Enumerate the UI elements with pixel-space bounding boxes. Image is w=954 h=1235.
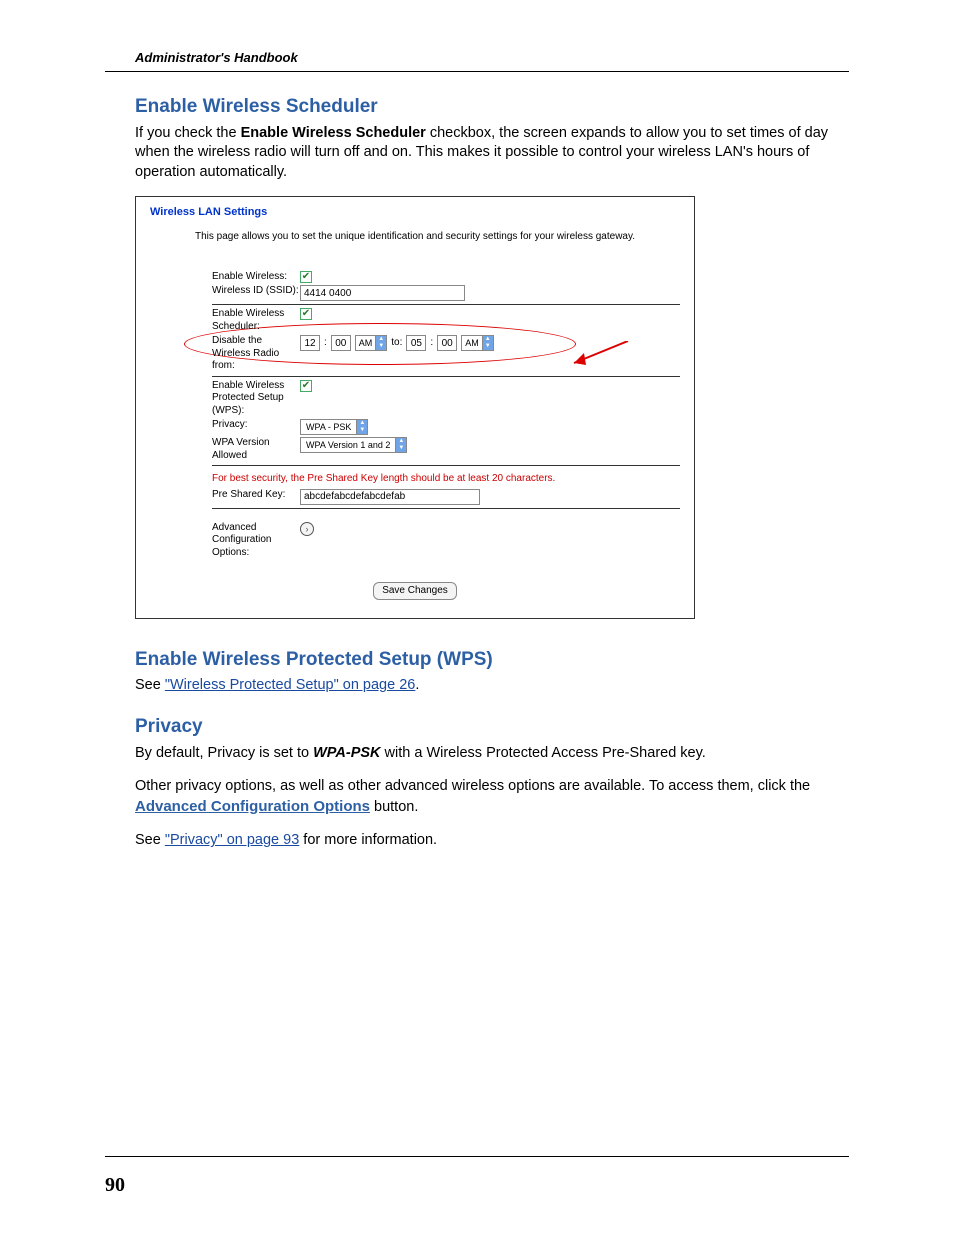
- link-advanced-config[interactable]: Advanced Configuration Options: [135, 798, 370, 815]
- text: with a Wireless Protected Access Pre-Sha…: [381, 745, 706, 761]
- privacy-p2: Other privacy options, as well as other …: [135, 777, 839, 817]
- text: Other privacy options, as well as other …: [135, 778, 810, 794]
- input-psk[interactable]: [300, 489, 480, 505]
- to-label: to:: [391, 336, 402, 350]
- input-to-hh[interactable]: [406, 335, 426, 351]
- input-to-mm[interactable]: [437, 335, 457, 351]
- divider: [212, 376, 680, 377]
- checkbox-enable-wireless[interactable]: ✔: [300, 271, 312, 283]
- label-enable-wireless: Enable Wireless:: [150, 271, 300, 284]
- input-from-hh[interactable]: [300, 335, 320, 351]
- divider: [212, 304, 680, 305]
- footer-rule: [105, 1156, 849, 1157]
- divider: [212, 508, 680, 509]
- label-psk: Pre Shared Key:: [150, 489, 300, 502]
- heading-privacy: Privacy: [135, 714, 839, 740]
- stepper-label: AM: [461, 335, 482, 351]
- link-wps-page26[interactable]: "Wireless Protected Setup" on page 26: [165, 677, 416, 693]
- label-advanced: Advanced Configuration Options:: [150, 522, 300, 560]
- input-ssid[interactable]: [300, 285, 465, 301]
- panel-description: This page allows you to set the unique i…: [150, 230, 680, 244]
- dropdown-privacy[interactable]: WPA - PSK ▲▼: [300, 419, 368, 435]
- page-number: 90: [105, 1174, 125, 1197]
- wps-paragraph: See "Wireless Protected Setup" on page 2…: [135, 676, 839, 696]
- text: See: [135, 832, 165, 848]
- label-disable-radio: Disable the Wireless Radio from:: [150, 335, 300, 373]
- privacy-p1: By default, Privacy is set to WPA-PSK wi…: [135, 744, 839, 764]
- text-emphasis: WPA-PSK: [313, 745, 380, 761]
- text: for more information.: [299, 832, 437, 848]
- link-privacy-page93[interactable]: "Privacy" on page 93: [165, 832, 299, 848]
- dropdown-value: WPA Version 1 and 2: [300, 437, 395, 453]
- privacy-p3: See "Privacy" on page 93 for more inform…: [135, 831, 839, 851]
- label-ssid: Wireless ID (SSID):: [150, 285, 300, 298]
- checkbox-wps[interactable]: ✔: [300, 380, 312, 392]
- label-wps: Enable Wireless Protected Setup (WPS):: [150, 380, 300, 418]
- input-from-mm[interactable]: [331, 335, 351, 351]
- label-privacy: Privacy:: [150, 419, 300, 432]
- label-enable-scheduler: Enable Wireless Scheduler:: [150, 308, 300, 333]
- text: If you check the: [135, 125, 241, 141]
- text: By default, Privacy is set to: [135, 745, 313, 761]
- dropdown-value: WPA - PSK: [300, 419, 356, 435]
- checkbox-enable-scheduler[interactable]: ✔: [300, 308, 312, 320]
- dropdown-wpa-version[interactable]: WPA Version 1 and 2 ▲▼: [300, 437, 407, 453]
- text-bold: Enable Wireless Scheduler: [241, 125, 426, 141]
- stepper-label: AM: [355, 335, 376, 351]
- colon: :: [324, 336, 327, 350]
- save-changes-button[interactable]: Save Changes: [373, 582, 457, 600]
- text: button.: [370, 799, 418, 815]
- header-rule: [105, 71, 849, 72]
- panel-title: Wireless LAN Settings: [150, 205, 680, 220]
- heading-scheduler: Enable Wireless Scheduler: [135, 94, 839, 120]
- wireless-settings-screenshot: Wireless LAN Settings This page allows y…: [135, 196, 695, 618]
- divider: [212, 465, 680, 466]
- running-header: Administrator's Handbook: [105, 50, 849, 65]
- label-wpa-version: WPA Version Allowed: [150, 437, 300, 462]
- scheduler-paragraph: If you check the Enable Wireless Schedul…: [135, 124, 839, 183]
- psk-warning: For best security, the Pre Shared Key le…: [150, 472, 680, 486]
- colon: :: [430, 336, 433, 350]
- advanced-options-button[interactable]: ›: [300, 522, 314, 536]
- heading-wps: Enable Wireless Protected Setup (WPS): [135, 647, 839, 673]
- text: .: [415, 677, 419, 693]
- stepper-from-ampm[interactable]: AM ▲▼: [355, 335, 388, 351]
- text: See: [135, 677, 165, 693]
- stepper-to-ampm[interactable]: AM ▲▼: [461, 335, 494, 351]
